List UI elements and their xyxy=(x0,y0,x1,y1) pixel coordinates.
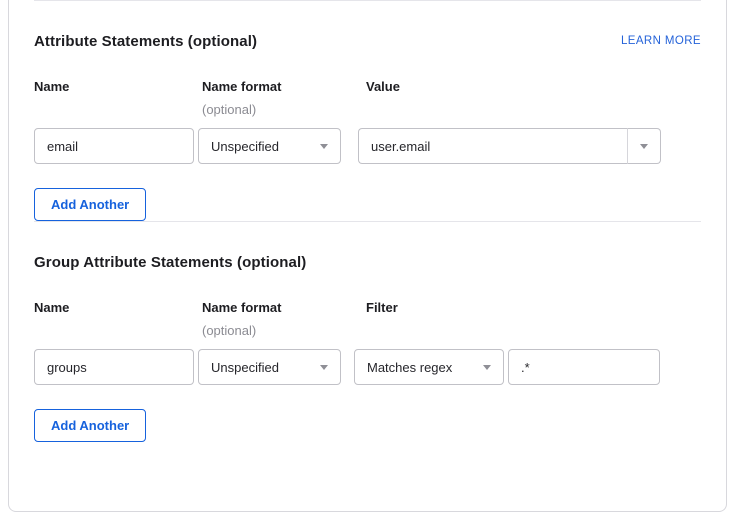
name-format-optional-note: (optional) xyxy=(202,323,366,339)
name-format-optional-note: (optional) xyxy=(202,102,366,118)
group-attribute-statement-row: Unspecified Matches regex xyxy=(34,349,701,385)
group-name-format-selected-value: Unspecified xyxy=(211,360,279,375)
section-divider xyxy=(34,221,701,222)
attribute-value-options-button[interactable] xyxy=(628,128,661,164)
column-label-value: Value xyxy=(366,79,701,95)
attribute-value-input[interactable] xyxy=(358,128,628,164)
column-label-name: Name xyxy=(34,300,202,316)
attribute-value-group xyxy=(358,128,661,164)
attribute-add-another-button[interactable]: Add Another xyxy=(34,188,146,221)
group-name-format-select[interactable]: Unspecified xyxy=(198,349,341,385)
attribute-statements-title: Attribute Statements (optional) xyxy=(34,33,257,50)
saml-settings-card: Attribute Statements (optional) LEARN MO… xyxy=(8,0,727,512)
attribute-name-format-selected-value: Unspecified xyxy=(211,139,279,154)
group-add-another-button[interactable]: Add Another xyxy=(34,409,146,442)
chevron-down-icon xyxy=(320,365,328,370)
group-attribute-statements-column-labels: Name Name format Filter (optional) xyxy=(34,300,701,339)
group-filter-type-selected-value: Matches regex xyxy=(367,360,452,375)
group-attribute-statements-title: Group Attribute Statements (optional) xyxy=(34,254,306,271)
column-label-name-format: Name format xyxy=(202,300,366,316)
group-attribute-statements-header: Group Attribute Statements (optional) xyxy=(34,252,701,272)
attribute-statements-column-labels: Name Name format Value (optional) xyxy=(34,79,701,118)
chevron-down-icon xyxy=(640,144,648,149)
group-name-input[interactable] xyxy=(34,349,194,385)
attribute-name-format-select[interactable]: Unspecified xyxy=(198,128,341,164)
attribute-statement-row: Unspecified xyxy=(34,128,701,164)
group-filter-type-select[interactable]: Matches regex xyxy=(354,349,504,385)
group-filter-value-input[interactable] xyxy=(508,349,660,385)
attribute-statements-header: Attribute Statements (optional) LEARN MO… xyxy=(34,31,701,51)
column-label-name-format: Name format xyxy=(202,79,366,95)
column-label-name: Name xyxy=(34,79,202,95)
column-label-filter: Filter xyxy=(366,300,701,316)
attribute-name-input[interactable] xyxy=(34,128,194,164)
chevron-down-icon xyxy=(483,365,491,370)
chevron-down-icon xyxy=(320,144,328,149)
learn-more-link[interactable]: LEARN MORE xyxy=(621,35,701,47)
section-divider xyxy=(34,0,701,1)
